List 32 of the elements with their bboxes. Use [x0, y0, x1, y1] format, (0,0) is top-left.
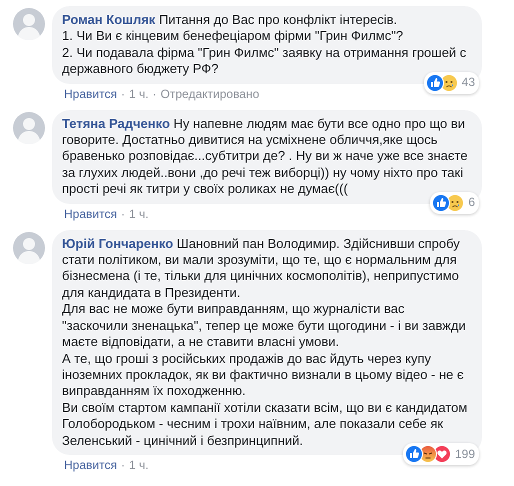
author-name[interactable]: Тетяна Радченко [62, 116, 170, 131]
thumbs-up-icon [432, 194, 450, 212]
comment-text: А те, що гроші з російських продажів до вас йдуть через купу іноземних прокладок, як ви фактично визнали в цьому відео - не є виправданням їх походженню. [62, 350, 465, 400]
reactions-summary[interactable]: 199 [402, 442, 479, 465]
sad-face-icon [446, 194, 464, 212]
separator-dot: · [120, 458, 125, 472]
timestamp[interactable]: 1 ч. [128, 458, 149, 472]
reactions-summary[interactable]: 6 [430, 192, 479, 214]
author-name[interactable]: Роман Кошляк [62, 12, 156, 27]
avatar-icon[interactable] [13, 232, 45, 264]
like-link[interactable]: Нравится [64, 86, 117, 101]
author-name[interactable]: Юрій Гончаренко [62, 236, 174, 251]
angry-face-icon [418, 444, 437, 463]
sad-face-icon [440, 74, 458, 92]
separator-dot: · [120, 206, 125, 221]
comment-text: 1. Чи Ви є кінцевим бенефеціаром фірми "Грин Филмс"? [62, 28, 404, 45]
comment-text: Юрій Гончаренко Шановний пан Володимир. Здійснивши спробу стати політиком, ви мали зрозуміти, що те, що є нормальним для бізнесмена (і те, тільки для цинічних космополітів), неприпустимо для кандидата в Президенти. [62, 236, 461, 302]
like-link[interactable]: Нравится [64, 458, 117, 472]
comment-text: Для вас не може бути виправданням, що журналісти вас "заскочили зненацька", тепер це може бути щогодини - і ви завжди маєте відповідати, а не ставити власні умови. [62, 301, 467, 350]
avatar-icon[interactable] [13, 112, 45, 144]
comment-text: Роман Кошляк Питання до Вас про конфлікт інтересів. [62, 12, 398, 28]
thumbs-up-icon [426, 74, 444, 92]
reaction-count: 6 [468, 194, 475, 211]
edited-label: Отредактировано [160, 86, 260, 101]
reactions-summary[interactable]: 43 [424, 72, 479, 94]
avatar-icon[interactable] [13, 8, 45, 40]
timestamp[interactable]: 1 ч. [128, 86, 149, 101]
separator-dot: · [152, 86, 157, 101]
thumbs-up-icon [404, 444, 423, 463]
like-link[interactable]: Нравится [64, 206, 117, 221]
timestamp[interactable]: 1 ч. [128, 206, 149, 221]
separator-dot: · [120, 86, 125, 101]
